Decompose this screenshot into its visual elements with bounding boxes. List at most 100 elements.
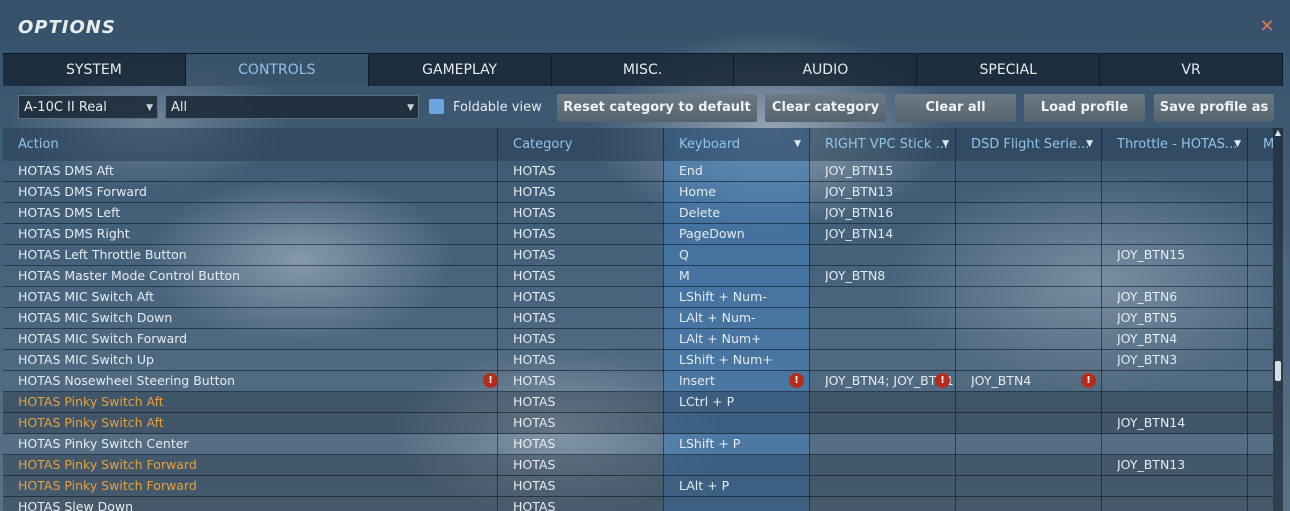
- cell-keyboard[interactable]: LAlt + P: [679, 476, 789, 496]
- table-row[interactable]: HOTAS Left Throttle Button HOTAS Q JOY_BTN1…: [3, 245, 1273, 266]
- foldable-view-checkbox[interactable]: [429, 99, 444, 114]
- cell-right-vpc-stick[interactable]: [825, 392, 953, 412]
- cell-keyboard[interactable]: LCtrl + P: [679, 392, 789, 412]
- cell-throttle-hotas[interactable]: JOY_BTN14: [1117, 413, 1245, 433]
- cell-right-vpc-stick[interactable]: [825, 329, 953, 349]
- cell-throttle-hotas[interactable]: [1117, 497, 1245, 511]
- header-next-device[interactable]: M: [1263, 128, 1273, 161]
- table-row[interactable]: HOTAS Slew Down HOTAS: [3, 497, 1273, 511]
- cell-dsd-flight-series[interactable]: [971, 413, 1081, 433]
- tab-system[interactable]: SYSTEM: [3, 54, 186, 86]
- cell-right-vpc-stick[interactable]: [825, 245, 953, 265]
- cell-dsd-flight-series[interactable]: [971, 350, 1081, 370]
- cell-keyboard[interactable]: Delete: [679, 203, 789, 223]
- tab-audio[interactable]: AUDIO: [734, 54, 918, 86]
- cell-dsd-flight-series[interactable]: [971, 161, 1081, 181]
- cell-dsd-flight-series[interactable]: [971, 392, 1081, 412]
- chevron-down-icon[interactable]: ▼: [794, 128, 801, 161]
- cell-dsd-flight-series[interactable]: [971, 224, 1081, 244]
- clear-all-button[interactable]: Clear all: [895, 94, 1016, 122]
- chevron-down-icon[interactable]: ▼: [942, 128, 949, 161]
- save-profile-as-button[interactable]: Save profile as: [1154, 94, 1274, 122]
- cell-dsd-flight-series[interactable]: [971, 308, 1081, 328]
- cell-right-vpc-stick[interactable]: [825, 476, 953, 496]
- table-row[interactable]: HOTAS DMS Left HOTAS Delete JOY_BTN16: [3, 203, 1273, 224]
- table-row[interactable]: HOTAS Pinky Switch Aft HOTAS LCtrl + P: [3, 392, 1273, 413]
- cell-throttle-hotas[interactable]: [1117, 224, 1245, 244]
- cell-throttle-hotas[interactable]: JOY_BTN13: [1117, 455, 1245, 475]
- header-action[interactable]: Action: [18, 128, 488, 161]
- cell-right-vpc-stick[interactable]: [825, 434, 953, 454]
- cell-right-vpc-stick[interactable]: [825, 287, 953, 307]
- cell-throttle-hotas[interactable]: JOY_BTN15: [1117, 245, 1245, 265]
- table-row[interactable]: HOTAS Pinky Switch Forward HOTAS JOY_BTN13: [3, 455, 1273, 476]
- load-profile-button[interactable]: Load profile: [1024, 94, 1145, 122]
- cell-keyboard[interactable]: [679, 497, 789, 511]
- cell-throttle-hotas[interactable]: [1117, 371, 1245, 391]
- header-keyboard[interactable]: Keyboard ▼: [679, 128, 807, 161]
- cell-dsd-flight-series[interactable]: [971, 329, 1081, 349]
- cell-dsd-flight-series[interactable]: [971, 434, 1081, 454]
- header-right-vpc-stick[interactable]: RIGHT VPC Stick ... ▼: [825, 128, 955, 161]
- cell-throttle-hotas[interactable]: [1117, 392, 1245, 412]
- cell-dsd-flight-series[interactable]: [971, 182, 1081, 202]
- cell-dsd-flight-series[interactable]: [971, 455, 1081, 475]
- cell-right-vpc-stick[interactable]: JOY_BTN16: [825, 203, 953, 223]
- cell-right-vpc-stick[interactable]: [825, 350, 953, 370]
- vertical-scrollbar[interactable]: ▲: [1273, 128, 1283, 511]
- cell-keyboard[interactable]: LAlt + Num-: [679, 308, 789, 328]
- cell-right-vpc-stick[interactable]: [825, 497, 953, 511]
- tab-controls[interactable]: CONTROLS: [185, 54, 369, 86]
- table-row[interactable]: HOTAS DMS Aft HOTAS End JOY_BTN15: [3, 161, 1273, 182]
- cell-keyboard[interactable]: End: [679, 161, 789, 181]
- cell-throttle-hotas[interactable]: [1117, 434, 1245, 454]
- table-row[interactable]: HOTAS Pinky Switch Forward HOTAS LAlt + P: [3, 476, 1273, 497]
- table-row[interactable]: HOTAS MIC Switch Forward HOTAS LAlt + Num+…: [3, 329, 1273, 350]
- cell-throttle-hotas[interactable]: [1117, 203, 1245, 223]
- cell-throttle-hotas[interactable]: [1117, 182, 1245, 202]
- cell-dsd-flight-series[interactable]: [971, 266, 1081, 286]
- table-row[interactable]: HOTAS MIC Switch Up HOTAS LShift + Num+ JOY…: [3, 350, 1273, 371]
- cell-dsd-flight-series[interactable]: JOY_BTN4: [971, 371, 1081, 391]
- cell-keyboard[interactable]: LShift + Num+: [679, 350, 789, 370]
- cell-keyboard[interactable]: [679, 413, 789, 433]
- cell-right-vpc-stick[interactable]: JOY_BTN8: [825, 266, 953, 286]
- cell-keyboard[interactable]: LAlt + Num+: [679, 329, 789, 349]
- cell-keyboard[interactable]: Q: [679, 245, 789, 265]
- cell-right-vpc-stick[interactable]: JOY_BTN14: [825, 224, 953, 244]
- cell-keyboard[interactable]: M: [679, 266, 789, 286]
- cell-dsd-flight-series[interactable]: [971, 476, 1081, 496]
- close-icon[interactable]: ✕: [1258, 18, 1276, 36]
- cell-right-vpc-stick[interactable]: [825, 455, 953, 475]
- reset-category-button[interactable]: Reset category to default: [557, 94, 757, 122]
- cell-dsd-flight-series[interactable]: [971, 287, 1081, 307]
- table-row[interactable]: HOTAS DMS Forward HOTAS Home JOY_BTN13: [3, 182, 1273, 203]
- clear-category-button[interactable]: Clear category: [765, 94, 886, 122]
- cell-keyboard[interactable]: LShift + Num-: [679, 287, 789, 307]
- table-row[interactable]: HOTAS Pinky Switch Center HOTAS LShift + P: [3, 434, 1273, 455]
- table-row[interactable]: HOTAS MIC Switch Aft HOTAS LShift + Num- JO…: [3, 287, 1273, 308]
- cell-dsd-flight-series[interactable]: [971, 203, 1081, 223]
- cell-keyboard[interactable]: [679, 455, 789, 475]
- cell-dsd-flight-series[interactable]: [971, 245, 1081, 265]
- cell-throttle-hotas[interactable]: JOY_BTN6: [1117, 287, 1245, 307]
- cell-throttle-hotas[interactable]: [1117, 476, 1245, 496]
- cell-throttle-hotas[interactable]: [1117, 266, 1245, 286]
- table-row[interactable]: HOTAS MIC Switch Down HOTAS LAlt + Num- JOY…: [3, 308, 1273, 329]
- cell-right-vpc-stick[interactable]: [825, 413, 953, 433]
- tab-misc[interactable]: MISC.: [551, 54, 735, 86]
- cell-dsd-flight-series[interactable]: [971, 497, 1081, 511]
- tab-special[interactable]: SPECIAL: [917, 54, 1101, 86]
- aircraft-select[interactable]: A-10C II Real ▼: [18, 95, 158, 119]
- cell-keyboard[interactable]: Home: [679, 182, 789, 202]
- chevron-down-icon[interactable]: ▼: [1086, 128, 1093, 161]
- category-select[interactable]: All ▼: [165, 95, 419, 119]
- tab-gameplay[interactable]: GAMEPLAY: [368, 54, 552, 86]
- cell-right-vpc-stick[interactable]: JOY_BTN15: [825, 161, 953, 181]
- header-dsd-flight-series[interactable]: DSD Flight Serie... ▼: [971, 128, 1099, 161]
- cell-keyboard[interactable]: PageDown: [679, 224, 789, 244]
- tab-vr[interactable]: VR: [1100, 54, 1284, 86]
- cell-throttle-hotas[interactable]: JOY_BTN4: [1117, 329, 1245, 349]
- header-category[interactable]: Category: [513, 128, 653, 161]
- cell-right-vpc-stick[interactable]: JOY_BTN4; JOY_BTN18: [825, 371, 953, 391]
